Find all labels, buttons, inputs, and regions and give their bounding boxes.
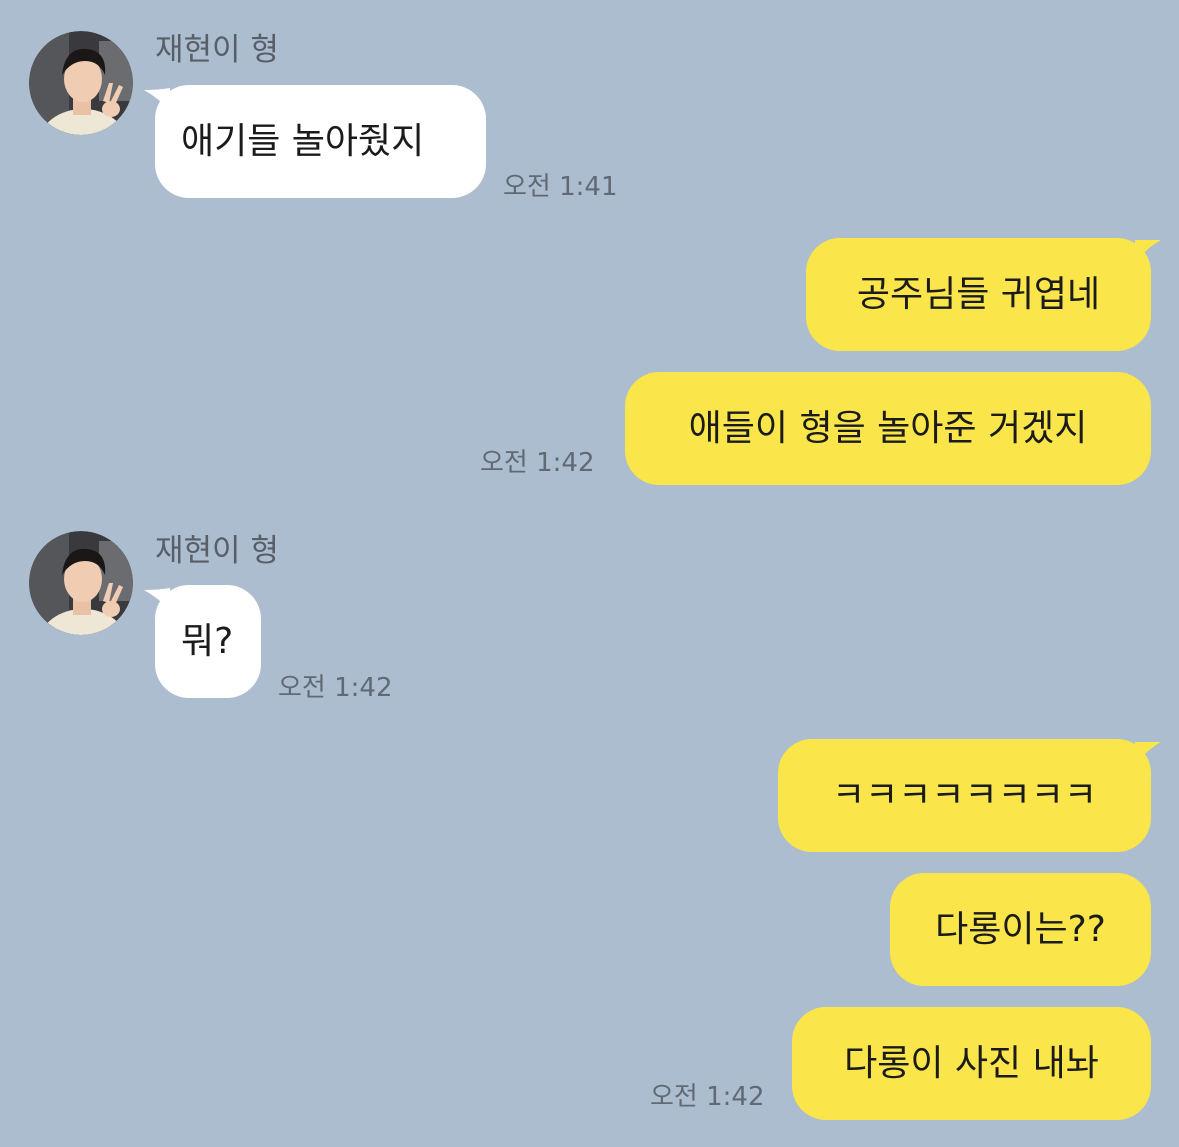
message-bubble-outgoing[interactable]: 공주님들 귀엽네 xyxy=(806,238,1151,351)
message-text: 다롱이는?? xyxy=(935,908,1106,950)
profile-photo-icon xyxy=(29,31,133,135)
message-text: ㅋㅋㅋㅋㅋㅋㅋㅋ xyxy=(832,774,1097,816)
message-text: 애기들 놀아줬지 xyxy=(181,120,425,162)
message-timestamp: 오전 1:41 xyxy=(503,172,618,202)
message-timestamp: 오전 1:42 xyxy=(650,1082,765,1112)
message-bubble-outgoing[interactable]: ㅋㅋㅋㅋㅋㅋㅋㅋ xyxy=(778,739,1151,852)
profile-photo-icon xyxy=(29,531,133,635)
message-text: 다롱이 사진 내놔 xyxy=(844,1042,1099,1084)
message-bubble-incoming[interactable]: 애기들 놀아줬지 xyxy=(155,85,486,198)
message-bubble-incoming[interactable]: 뭐? xyxy=(155,585,261,698)
message-text: 뭐? xyxy=(181,620,234,662)
message-bubble-outgoing[interactable]: 다롱이 사진 내놔 xyxy=(792,1007,1151,1120)
sender-name: 재현이 형 xyxy=(155,533,279,569)
message-bubble-outgoing[interactable]: 다롱이는?? xyxy=(890,873,1151,986)
sender-avatar[interactable] xyxy=(29,531,133,635)
message-bubble-outgoing[interactable]: 애들이 형을 놀아준 거겠지 xyxy=(625,372,1151,485)
message-text: 공주님들 귀엽네 xyxy=(856,273,1101,315)
message-timestamp: 오전 1:42 xyxy=(278,673,393,703)
message-text: 애들이 형을 놀아준 거겠지 xyxy=(688,407,1088,449)
sender-name: 재현이 형 xyxy=(155,32,279,68)
message-timestamp: 오전 1:42 xyxy=(480,448,595,478)
sender-avatar[interactable] xyxy=(29,31,133,135)
